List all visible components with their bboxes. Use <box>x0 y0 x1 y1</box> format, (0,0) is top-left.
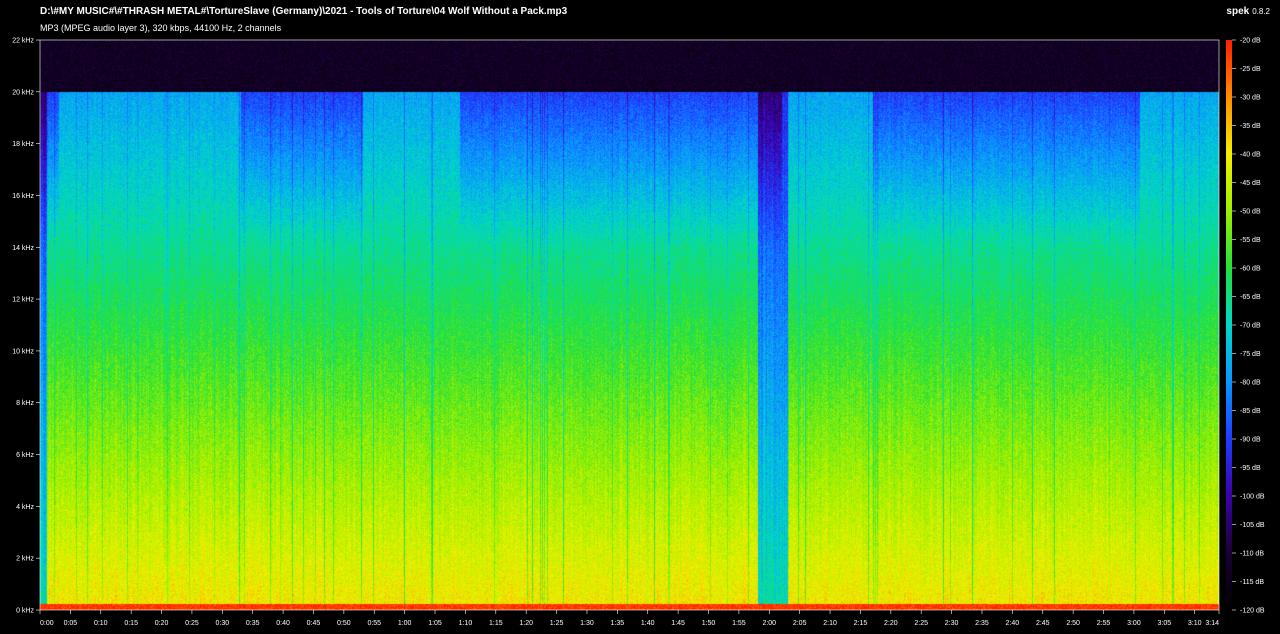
db-tick-label: -50 dB <box>1240 209 1261 216</box>
db-tick-label: -30 dB <box>1240 95 1261 102</box>
x-tick-label: 1:10 <box>459 620 473 627</box>
x-tick-label: 2:00 <box>762 620 776 627</box>
y-tick-label: 10 kHz <box>12 348 34 355</box>
x-tick-label: 2:10 <box>823 620 837 627</box>
x-tick-label: 0:55 <box>367 620 381 627</box>
db-tick-label: -80 dB <box>1240 380 1261 387</box>
y-tick-label: 16 kHz <box>12 193 34 200</box>
db-tick-label: -35 dB <box>1240 123 1261 130</box>
x-tick-label: 2:45 <box>1036 620 1050 627</box>
db-tick-label: -70 dB <box>1240 323 1261 330</box>
x-tick-label: 1:40 <box>641 620 655 627</box>
x-tick-label: 1:05 <box>428 620 442 627</box>
y-tick-label: 18 kHz <box>12 141 34 148</box>
x-tick-label: 0:05 <box>64 620 78 627</box>
x-tick-label: 1:55 <box>732 620 746 627</box>
x-tick-label: 3:00 <box>1127 620 1141 627</box>
y-tick-label: 14 kHz <box>12 245 34 252</box>
x-tick-label: 2:40 <box>1006 620 1020 627</box>
x-tick-label: 2:55 <box>1097 620 1111 627</box>
x-tick-label: 0:50 <box>337 620 351 627</box>
x-tick-label: 0:00 <box>40 620 54 627</box>
x-tick-label: 0:45 <box>307 620 321 627</box>
db-tick-label: -95 dB <box>1240 465 1261 472</box>
y-tick-label: 22 kHz <box>12 38 34 45</box>
x-tick-label: 1:15 <box>489 620 503 627</box>
x-tick-label: 1:45 <box>671 620 685 627</box>
x-tick-label: 3:10 <box>1188 620 1202 627</box>
db-tick-label: -120 dB <box>1240 608 1265 615</box>
x-tick-label: 3:14 <box>1205 620 1219 627</box>
x-tick-label: 2:30 <box>945 620 959 627</box>
x-tick-label: 0:25 <box>185 620 199 627</box>
y-tick-label: 0 kHz <box>16 608 34 615</box>
x-tick-label: 1:00 <box>398 620 412 627</box>
x-tick-label: 2:05 <box>793 620 807 627</box>
db-tick-label: -45 dB <box>1240 180 1261 187</box>
x-tick-label: 1:35 <box>611 620 625 627</box>
x-tick-label: 0:15 <box>124 620 138 627</box>
x-tick-label: 2:15 <box>854 620 868 627</box>
db-tick-label: -90 dB <box>1240 437 1261 444</box>
x-tick-label: 0:30 <box>216 620 230 627</box>
x-tick-label: 1:25 <box>550 620 564 627</box>
y-tick-label: 4 kHz <box>16 504 34 511</box>
x-tick-label: 2:25 <box>914 620 928 627</box>
db-tick-label: -85 dB <box>1240 408 1261 415</box>
x-tick-label: 0:40 <box>276 620 290 627</box>
color-scale-bar <box>1226 40 1232 610</box>
db-tick-label: -25 dB <box>1240 66 1261 73</box>
db-tick-label: -55 dB <box>1240 237 1261 244</box>
db-tick-label: -60 dB <box>1240 266 1261 273</box>
y-tick-label: 6 kHz <box>16 452 34 459</box>
db-tick-label: -65 dB <box>1240 294 1261 301</box>
x-tick-label: 2:50 <box>1066 620 1080 627</box>
db-tick-label: -105 dB <box>1240 522 1265 529</box>
db-tick-label: -40 dB <box>1240 152 1261 159</box>
y-tick-label: 20 kHz <box>12 89 34 96</box>
x-tick-label: 1:20 <box>519 620 533 627</box>
db-tick-label: -20 dB <box>1240 38 1261 45</box>
plot-frame <box>39 39 1220 611</box>
db-tick-label: -75 dB <box>1240 351 1261 358</box>
x-tick-label: 2:35 <box>975 620 989 627</box>
x-tick-label: 0:10 <box>94 620 108 627</box>
db-tick-label: -110 dB <box>1240 551 1264 558</box>
x-tick-label: 3:05 <box>1157 620 1171 627</box>
y-tick-label: 2 kHz <box>16 556 34 563</box>
y-tick-label: 12 kHz <box>12 297 34 304</box>
db-tick-label: -115 dB <box>1240 579 1264 586</box>
x-tick-label: 0:20 <box>155 620 169 627</box>
x-tick-label: 1:50 <box>702 620 716 627</box>
x-tick-label: 1:30 <box>580 620 594 627</box>
spectrogram-axes: 0 kHz 2 kHz 4 kHz 6 kHz 8 kHz 10 kHz 12 kHz 14 … <box>12 38 1265 628</box>
y-tick-label: 8 kHz <box>16 400 34 407</box>
x-tick-label: 0:35 <box>246 620 260 627</box>
db-tick-label: -100 dB <box>1240 494 1265 501</box>
x-tick-label: 2:20 <box>884 620 898 627</box>
